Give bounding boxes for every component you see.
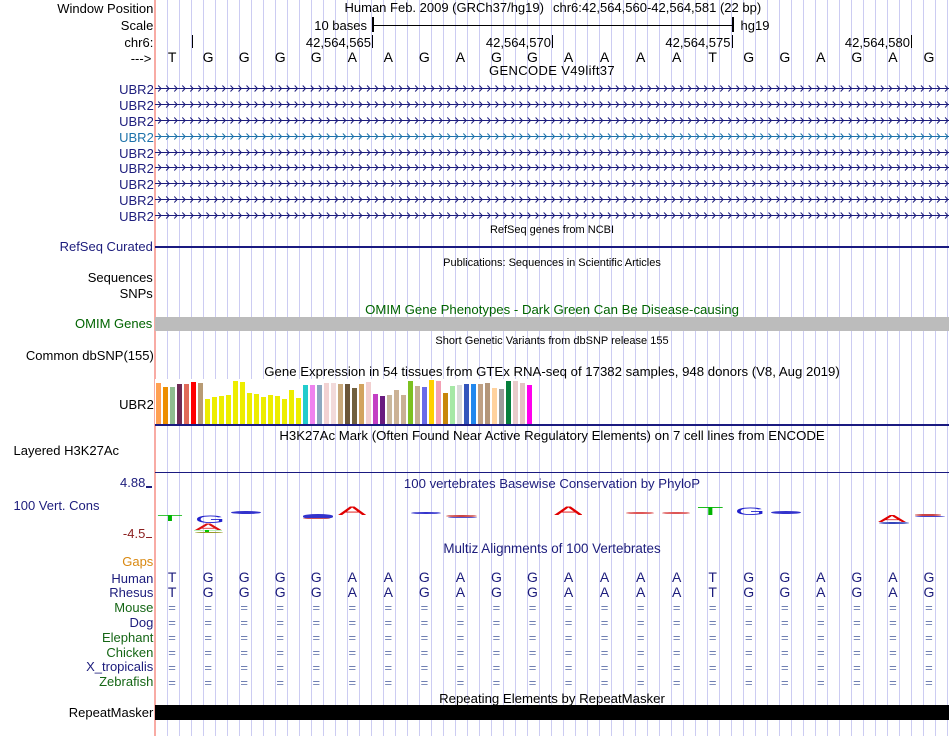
svg-text:T: T: [157, 515, 183, 521]
svg-text:G: G: [735, 507, 765, 515]
svg-text:T: T: [697, 507, 724, 515]
svg-text:A: A: [194, 523, 222, 530]
svg-text:A: A: [554, 506, 583, 515]
svg-text:A: A: [878, 515, 906, 522]
svg-text:A: A: [338, 506, 366, 515]
